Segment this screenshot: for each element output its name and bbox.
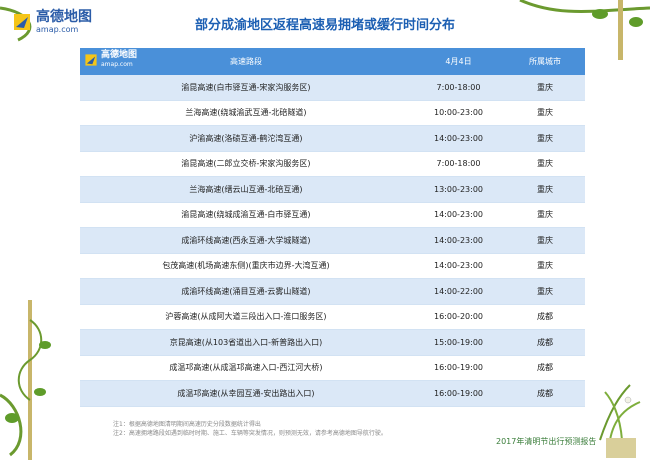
table-row: 沪渝高速(洛碛互通-鹤沱湾互通) 14:00-23:00 重庆	[80, 125, 585, 152]
route-cell: 渝昆高速(白市驿互通-宋家沟服务区)	[80, 75, 412, 101]
table-row: 成渝环线高速(西永互通-大学城隧道) 14:00-23:00 重庆	[80, 227, 585, 254]
header-cell-route: 高德地图 amap.com 高速路段	[80, 48, 412, 75]
time-cell: 14:00-22:00	[412, 278, 505, 305]
time-cell: 16:00-19:00	[412, 380, 505, 407]
time-cell: 10:00-23:00	[412, 100, 505, 126]
table-logo-cn: 高德地图	[101, 50, 138, 60]
city-cell: 重庆	[505, 176, 585, 203]
page-title: 部分成渝地区返程高速易拥堵或缓行时间分布	[194, 18, 455, 33]
time-cell: 14:00-23:00	[412, 125, 505, 152]
city-cell: 重庆	[505, 253, 585, 279]
time-cell: 14:00-23:00	[412, 227, 505, 254]
route-cell: 沪渝高速(洛碛互通-鹤沱湾互通)	[80, 125, 412, 152]
time-cell: 15:00-19:00	[412, 329, 505, 356]
city-cell: 重庆	[505, 151, 585, 177]
route-cell: 成渝环线高速(涌目互通-云雾山隧道)	[80, 278, 412, 305]
route-cell: 包茂高速(机场高速东侧)(重庆市边界-大湾互通)	[80, 253, 412, 279]
table-body: 渝昆高速(白市驿互通-宋家沟服务区) 7:00-18:00 重庆 兰海高速(绕城渝武互…	[80, 75, 585, 407]
route-cell: 京昆高速(从103省道出入口-新普路出入口)	[80, 329, 412, 356]
table-amap-logo: 高德地图 amap.com	[84, 51, 137, 68]
route-cell: 兰海高速(绕城渝武互通-北碚隧道)	[80, 100, 412, 126]
time-cell: 13:00-23:00	[412, 176, 505, 203]
table-row: 沪蓉高速(从成阿大道三段出入口-淮口服务区) 16:00-20:00 成都	[80, 304, 585, 330]
footnote-2: 注2：高速拥堵路段如遇到临时时期、施工、车辆等突发情况，则预测无效，请参考高德地…	[113, 430, 387, 437]
table-row: 渝昆高速(白市驿互通-宋家沟服务区) 7:00-18:00 重庆	[80, 75, 585, 101]
table-row: 渝昆高速(二郎立交桥-宋家沟服务区) 7:00-18:00 重庆	[80, 151, 585, 177]
table-row: 兰海高速(缙云山互通-北碚互通) 13:00-23:00 重庆	[80, 176, 585, 203]
city-cell: 重庆	[505, 125, 585, 152]
table-row: 京昆高速(从103省道出入口-新普路出入口) 15:00-19:00 成都	[80, 329, 585, 356]
route-cell: 沪蓉高速(从成阿大道三段出入口-淮口服务区)	[80, 304, 412, 330]
city-cell: 重庆	[505, 278, 585, 305]
table-row: 渝昆高速(绕城成渝互通-白市驿互通) 14:00-23:00 重庆	[80, 202, 585, 228]
table-row: 包茂高速(机场高速东侧)(重庆市边界-大湾互通) 14:00-23:00 重庆	[80, 253, 585, 279]
table-row: 成温邛高速(从幸园互通-安出路出入口) 16:00-19:00 成都	[80, 380, 585, 407]
route-cell: 成渝环线高速(西永互通-大学城隧道)	[80, 227, 412, 254]
route-cell: 成温邛高速(从成温邛高速入口-西江河大桥)	[80, 355, 412, 381]
time-cell: 7:00-18:00	[412, 75, 505, 101]
route-cell: 成温邛高速(从幸园互通-安出路出入口)	[80, 380, 412, 407]
column-header-city: 所属城市	[505, 48, 585, 75]
route-cell: 渝昆高速(绕城成渝互通-白市驿互通)	[80, 202, 412, 228]
table-row: 成渝环线高速(涌目互通-云雾山隧道) 14:00-22:00 重庆	[80, 278, 585, 305]
time-cell: 16:00-20:00	[412, 304, 505, 330]
time-cell: 7:00-18:00	[412, 151, 505, 177]
table-logo-en: amap.com	[101, 61, 133, 68]
time-cell: 16:00-19:00	[412, 355, 505, 381]
city-cell: 重庆	[505, 227, 585, 254]
route-cell: 兰海高速(缙云山互通-北碚互通)	[80, 176, 412, 203]
city-cell: 成都	[505, 355, 585, 381]
table-header-row: 高德地图 amap.com 高速路段 4月4日 所属城市	[80, 48, 585, 75]
time-cell: 14:00-23:00	[412, 202, 505, 228]
city-cell: 重庆	[505, 202, 585, 228]
time-cell: 14:00-23:00	[412, 253, 505, 279]
column-header-date: 4月4日	[412, 48, 505, 75]
report-title: 2017年清明节出行预测报告	[496, 437, 597, 446]
city-cell: 成都	[505, 329, 585, 356]
city-cell: 重庆	[505, 100, 585, 126]
footnote-1: 注1：根据高德地图清明期间高速历史分段数据统计得出	[113, 421, 261, 428]
city-cell: 重庆	[505, 75, 585, 101]
table-row: 成温邛高速(从成温邛高速入口-西江河大桥) 16:00-19:00 成都	[80, 355, 585, 381]
table-logo-icon	[85, 53, 97, 66]
table-row: 兰海高速(绕城渝武互通-北碚隧道) 10:00-23:00 重庆	[80, 100, 585, 126]
report-page: 高德地图 amap.com 部分成渝地区返程高速易拥堵或缓行时间分布 高德地图 …	[0, 0, 650, 460]
city-cell: 成都	[505, 304, 585, 330]
congestion-table: 高德地图 amap.com 高速路段 4月4日 所属城市 渝昆高速(白市驿互通-…	[80, 48, 585, 407]
route-cell: 渝昆高速(二郎立交桥-宋家沟服务区)	[80, 151, 412, 177]
city-cell: 成都	[505, 380, 585, 407]
footnotes: 注1：根据高德地图清明期间高速历史分段数据统计得出 注2：高速拥堵路段如遇到临时…	[113, 420, 387, 438]
